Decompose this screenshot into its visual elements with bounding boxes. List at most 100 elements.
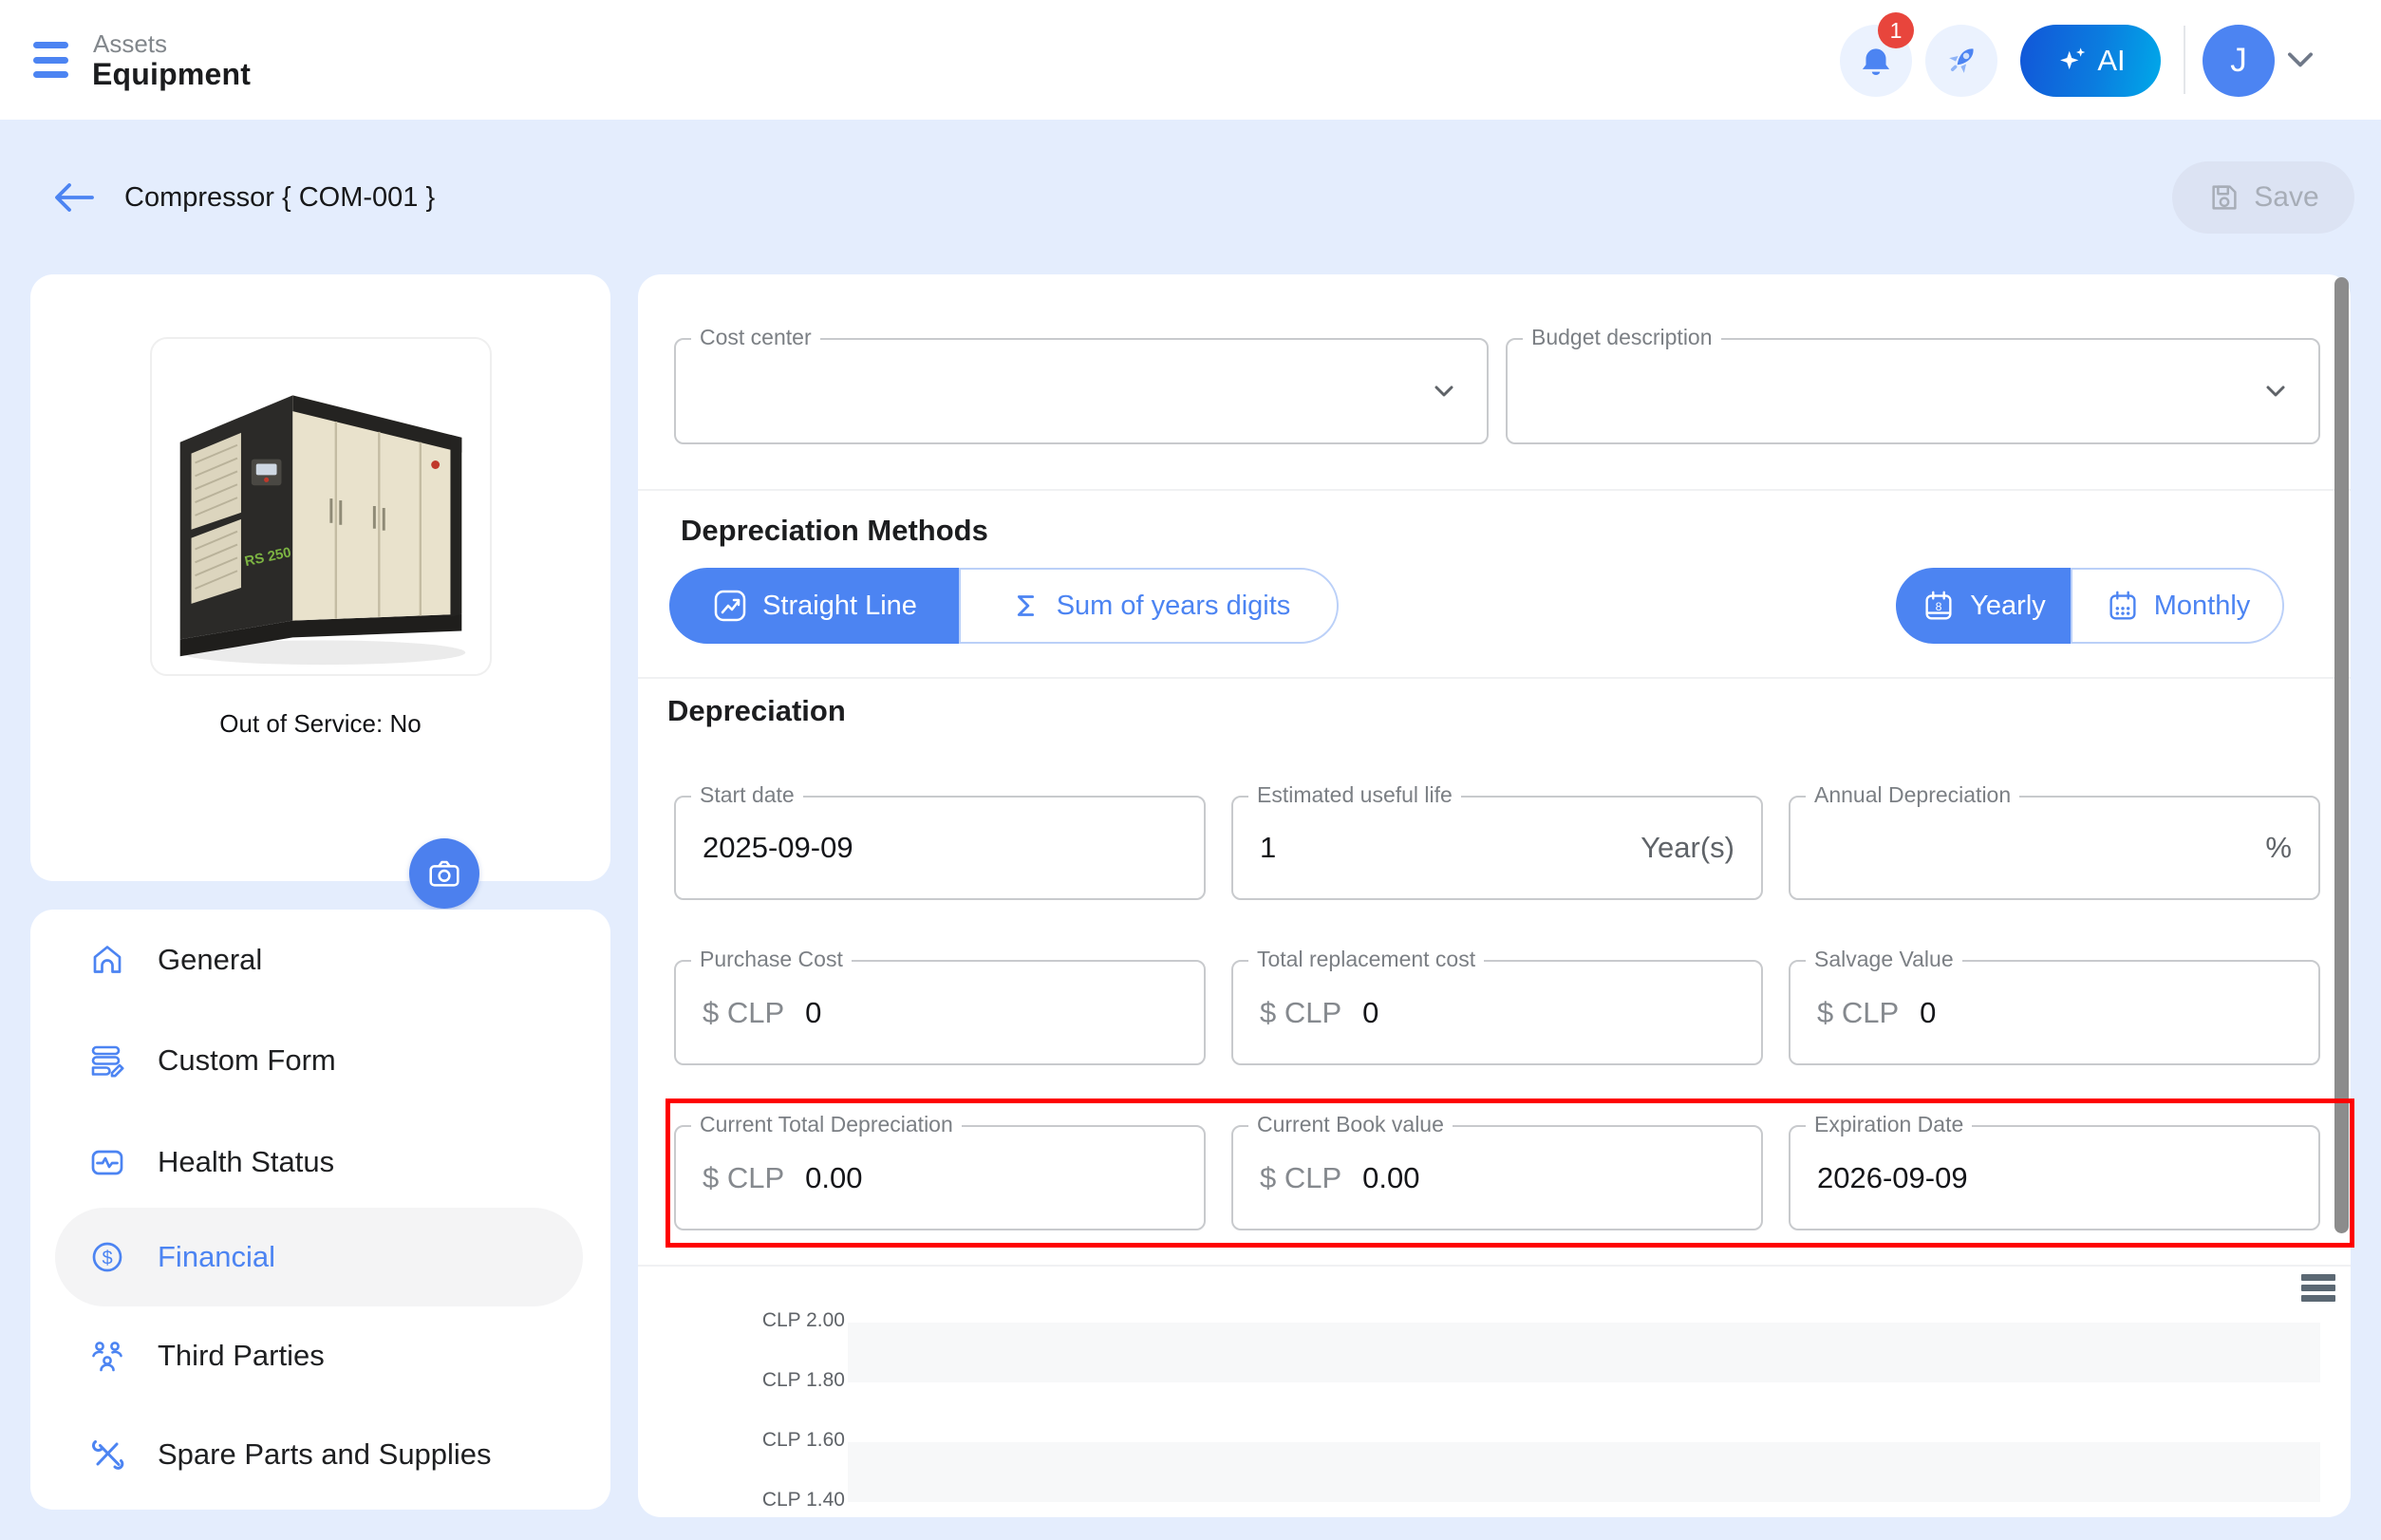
chevron-down-icon (1428, 375, 1460, 407)
svg-text:$: $ (102, 1249, 112, 1269)
useful-life-label: Estimated useful life (1248, 782, 1461, 808)
useful-life-value: 1 (1260, 831, 1276, 865)
breadcrumb-section: Assets (93, 29, 167, 59)
current-book-value-label: Current Book value (1248, 1112, 1453, 1137)
straight-line-button[interactable]: Straight Line (669, 568, 959, 644)
launch-button[interactable] (1925, 25, 1997, 97)
yearly-label: Yearly (1970, 591, 2046, 622)
save-label: Save (2254, 181, 2318, 214)
currency-prefix: $ CLP (1817, 996, 1899, 1030)
start-date-value: 2025-09-09 (703, 831, 853, 865)
salvage-value-field[interactable]: Salvage Value $ CLP 0 (1789, 960, 2320, 1065)
section-divider (638, 1265, 2351, 1267)
annual-depreciation-label: Annual Depreciation (1806, 782, 2019, 808)
sidebar-item-spare-parts[interactable]: Spare Parts and Supplies (55, 1405, 583, 1504)
app-screen: Assets Equipment 1 (0, 0, 2381, 1540)
sidebar-item-label: General (158, 943, 262, 977)
replacement-cost-field[interactable]: Total replacement cost $ CLP 0 (1231, 960, 1763, 1065)
notification-badge: 1 (1878, 12, 1914, 48)
scrollbar-thumb[interactable] (2334, 277, 2349, 1233)
monthly-button[interactable]: Monthly (2071, 568, 2284, 644)
asset-photo-card: RS 250 (30, 274, 610, 881)
replacement-cost-value: 0 (1362, 996, 1378, 1030)
top-bar: Assets Equipment 1 (0, 0, 2381, 120)
y-axis-tick: CLP 2.00 (722, 1309, 845, 1332)
section-divider (638, 489, 2351, 491)
compressor-illustration: RS 250 (152, 339, 490, 674)
sidebar-item-financial[interactable]: $ Financial (55, 1208, 583, 1306)
straight-line-label: Straight Line (762, 591, 917, 622)
cost-center-label: Cost center (691, 325, 820, 350)
chevron-down-icon (2259, 375, 2292, 407)
sidebar-item-health-status[interactable]: Health Status (55, 1113, 583, 1211)
sum-of-years-label: Sum of years digits (1057, 591, 1291, 622)
sum-of-years-button[interactable]: Sum of years digits (959, 568, 1339, 644)
sidebar-item-general[interactable]: General (55, 911, 583, 1009)
sigma-icon (1007, 588, 1043, 624)
straight-line-icon (711, 587, 749, 625)
chart-menu-icon[interactable] (2301, 1274, 2335, 1302)
cost-center-select[interactable]: Cost center (674, 338, 1489, 444)
currency-prefix: $ CLP (703, 996, 784, 1030)
sidebar-item-label: Health Status (158, 1145, 334, 1179)
sidebar-item-label: Custom Form (158, 1043, 336, 1078)
current-total-depreciation-value: 0.00 (805, 1161, 862, 1195)
annual-depreciation-field[interactable]: Annual Depreciation % (1789, 796, 2320, 900)
currency-prefix: $ CLP (703, 1161, 784, 1195)
avatar[interactable]: J (2203, 25, 2275, 97)
currency-prefix: $ CLP (1260, 1161, 1341, 1195)
budget-description-select[interactable]: Budget description (1506, 338, 2320, 444)
purchase-cost-field[interactable]: Purchase Cost $ CLP 0 (674, 960, 1206, 1065)
current-total-depreciation-label: Current Total Depreciation (691, 1112, 962, 1137)
current-total-depreciation-field[interactable]: Current Total Depreciation $ CLP 0.00 (674, 1125, 1206, 1230)
sparkles-icon (2055, 45, 2088, 77)
chart-band (848, 1442, 2320, 1502)
yearly-button[interactable]: 8 Yearly (1896, 568, 2071, 644)
y-axis-tick: CLP 1.80 (722, 1369, 845, 1392)
y-axis-tick: CLP 1.60 (722, 1429, 845, 1452)
svg-text:8: 8 (1936, 600, 1942, 613)
page-title-header: Equipment (92, 57, 251, 92)
replacement-cost-label: Total replacement cost (1248, 947, 1484, 972)
salvage-value-label: Salvage Value (1806, 947, 1962, 972)
depreciation-title: Depreciation (667, 694, 846, 728)
health-status-icon (87, 1142, 127, 1182)
sidebar-item-third-parties[interactable]: Third Parties (55, 1306, 583, 1405)
asset-title: Compressor { COM-001 } (124, 182, 435, 214)
financial-form-card: Cost center Budget description Depreciat… (638, 274, 2351, 1517)
ai-label: AI (2097, 44, 2125, 78)
ai-assistant-button[interactable]: AI (2020, 25, 2161, 97)
asset-nav-card: General Custom Form Health Status (30, 910, 610, 1510)
sidebar-item-custom-form[interactable]: Custom Form (55, 1011, 583, 1110)
third-parties-icon (87, 1336, 127, 1376)
purchase-cost-value: 0 (805, 996, 821, 1030)
sidebar-item-label: Financial (158, 1240, 275, 1274)
annual-depreciation-suffix: % (2265, 831, 2292, 865)
change-photo-button[interactable] (409, 838, 479, 909)
useful-life-field[interactable]: Estimated useful life 1 Year(s) (1231, 796, 1763, 900)
back-arrow-icon[interactable] (53, 180, 95, 215)
menu-icon[interactable] (33, 42, 68, 78)
camera-icon (425, 855, 463, 892)
useful-life-suffix: Year(s) (1640, 831, 1734, 865)
current-book-value-field[interactable]: Current Book value $ CLP 0.00 (1231, 1125, 1763, 1230)
current-book-value-value: 0.00 (1362, 1161, 1419, 1195)
monthly-label: Monthly (2154, 591, 2251, 622)
budget-description-label: Budget description (1523, 325, 1721, 350)
expiration-date-label: Expiration Date (1806, 1112, 1972, 1137)
calendar-year-icon: 8 (1921, 588, 1957, 624)
purchase-cost-label: Purchase Cost (691, 947, 852, 972)
calendar-month-icon (2105, 588, 2141, 624)
home-icon (87, 940, 127, 980)
account-chevron-down-icon[interactable] (2286, 51, 2315, 70)
sidebar-item-label: Spare Parts and Supplies (158, 1437, 492, 1472)
expiration-date-field[interactable]: Expiration Date 2026-09-09 (1789, 1125, 2320, 1230)
expiration-date-value: 2026-09-09 (1817, 1161, 1968, 1195)
chart-band (848, 1323, 2320, 1382)
financial-icon: $ (87, 1237, 127, 1277)
start-date-field[interactable]: Start date 2025-09-09 (674, 796, 1206, 900)
asset-image: RS 250 (150, 337, 492, 676)
out-of-service-status: Out of Service: No (30, 709, 610, 739)
save-button[interactable]: Save (2172, 161, 2354, 234)
tools-icon (87, 1435, 127, 1474)
